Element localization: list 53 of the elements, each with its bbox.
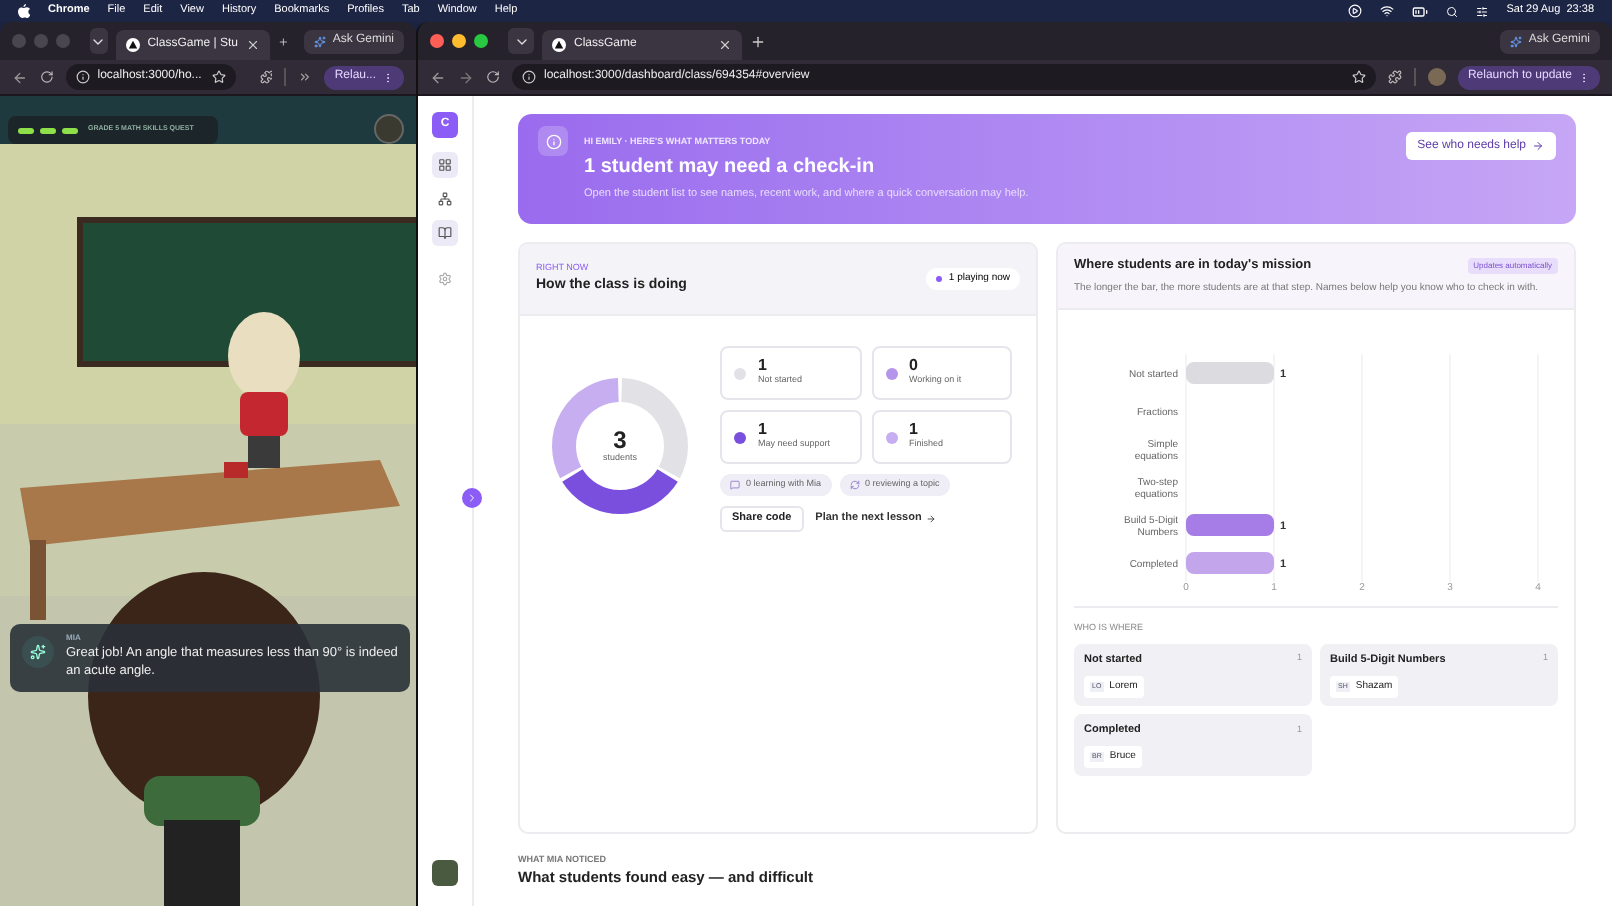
bar <box>1186 361 1274 384</box>
book-icon <box>438 226 452 240</box>
total-count: 3 <box>613 427 627 452</box>
nav-item[interactable] <box>432 152 458 178</box>
close-icon[interactable] <box>718 38 732 52</box>
control-center-icon[interactable] <box>1476 5 1489 17</box>
sparkle-icon <box>314 35 327 47</box>
search-icon[interactable] <box>1446 5 1459 17</box>
tab-list-button[interactable] <box>90 28 108 54</box>
new-tab-icon[interactable] <box>277 33 289 49</box>
chevron-right-icon <box>466 492 478 504</box>
network-icon <box>438 192 452 206</box>
favicon-icon <box>552 38 566 52</box>
nav-item[interactable] <box>432 220 458 246</box>
bar <box>1186 513 1274 536</box>
info-icon <box>545 133 561 149</box>
reload-icon[interactable] <box>39 70 54 84</box>
bookmark-star-icon[interactable] <box>1351 70 1366 84</box>
apple-logo-icon[interactable] <box>18 4 30 18</box>
bookmark-star-icon[interactable] <box>211 70 226 84</box>
profile-avatar[interactable] <box>1427 68 1446 86</box>
extensions-icon[interactable] <box>259 70 273 84</box>
chat-icon <box>730 480 740 490</box>
close-icon[interactable] <box>245 38 260 52</box>
reload-icon[interactable] <box>486 70 500 84</box>
grid-icon <box>438 158 452 172</box>
back-icon[interactable] <box>430 69 446 85</box>
status-count: 1 <box>758 358 769 375</box>
bar <box>1186 551 1274 574</box>
new-tab-icon[interactable] <box>750 33 766 49</box>
play-circle-icon[interactable] <box>1348 4 1363 18</box>
extensions-icon[interactable] <box>1387 70 1402 84</box>
tab-list-button[interactable] <box>508 28 534 54</box>
site-info-icon <box>522 70 536 84</box>
sparkle-icon <box>1510 35 1523 47</box>
status-count: 1 <box>758 422 769 439</box>
sparkle-icon <box>30 644 46 660</box>
chevrons-right-icon[interactable] <box>298 70 313 84</box>
collapse-sidebar-button[interactable] <box>462 488 482 508</box>
status-count: 0 <box>909 358 920 375</box>
back-icon[interactable] <box>12 69 28 85</box>
arrow-right-icon <box>925 514 936 524</box>
settings-icon <box>438 272 452 286</box>
profile-thumbnail[interactable] <box>432 860 458 886</box>
site-info-icon <box>75 70 90 84</box>
refresh-icon <box>849 480 860 490</box>
wifi-icon[interactable] <box>1380 4 1395 18</box>
favicon-icon <box>125 38 140 52</box>
forward-icon[interactable] <box>458 69 474 85</box>
arrow-right-icon <box>1532 140 1544 152</box>
status-count: 1 <box>909 422 920 439</box>
battery-icon[interactable] <box>1412 3 1429 19</box>
banner-title: 1 student may need a check-in <box>584 154 877 183</box>
